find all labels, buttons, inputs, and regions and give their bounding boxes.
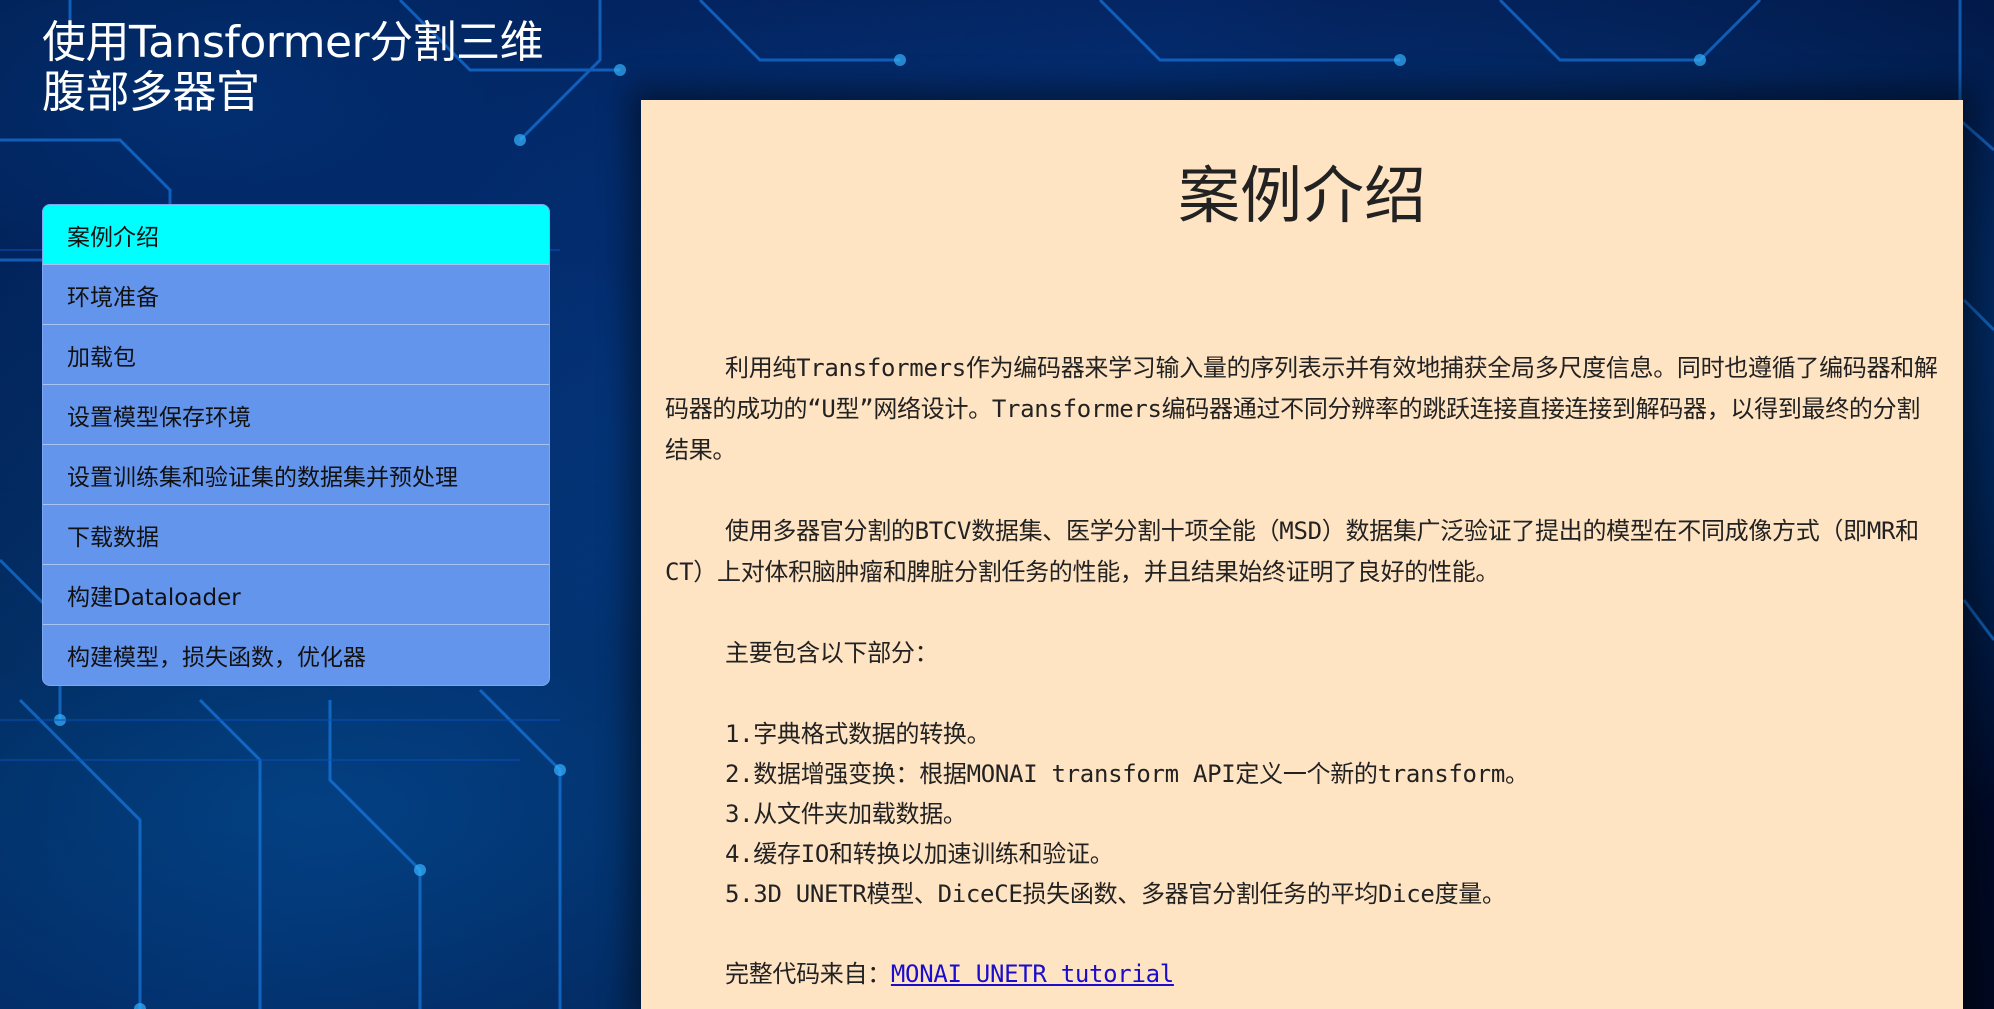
feature-list: 1.字典格式数据的转换。 2.数据增强变换：根据MONAI transform … xyxy=(665,714,1939,914)
content-panel: 案例介绍 利用纯Transformers作为编码器来学习输入量的序列表示并有效地… xyxy=(641,100,1963,1009)
page-title: 使用Tansformer分割三维腹部多器官 xyxy=(42,17,544,118)
sidebar-item-dataloader[interactable]: 构建Dataloader xyxy=(43,565,549,625)
tutorial-link[interactable]: MONAI UNETR tutorial xyxy=(891,960,1174,988)
sidebar-item-dataset-preprocess[interactable]: 设置训练集和验证集的数据集并预处理 xyxy=(43,445,549,505)
sidebar-item-model-save-env[interactable]: 设置模型保存环境 xyxy=(43,385,549,445)
sidebar-item-environment-prep[interactable]: 环境准备 xyxy=(43,265,549,325)
list-item: 2.数据增强变换：根据MONAI transform API定义一个新的tran… xyxy=(725,760,1529,788)
sidebar-item-model-loss-optimizer[interactable]: 构建模型，损失函数，优化器 xyxy=(43,625,549,685)
sidebar-item-case-intro[interactable]: 案例介绍 xyxy=(43,205,549,265)
sidebar-item-load-packages[interactable]: 加载包 xyxy=(43,325,549,385)
list-item: 3.从文件夹加载数据。 xyxy=(725,800,967,828)
source-line: 完整代码来自：MONAI UNETR tutorial xyxy=(665,954,1939,994)
contents-heading-paragraph: 主要包含以下部分： xyxy=(725,639,939,667)
section-heading: 案例介绍 xyxy=(1177,159,1426,232)
sidebar-item-download-data[interactable]: 下载数据 xyxy=(43,505,549,565)
list-item: 4.缓存IO和转换以加速训练和验证。 xyxy=(725,840,1114,868)
source-prefix: 完整代码来自： xyxy=(725,960,891,988)
list-item: 1.字典格式数据的转换。 xyxy=(725,720,991,748)
sidebar-nav: 案例介绍 环境准备 加载包 设置模型保存环境 设置训练集和验证集的数据集并预处理… xyxy=(42,204,550,686)
validation-paragraph: 使用多器官分割的BTCV数据集、医学分割十项全能（MSD）数据集广泛验证了提出的… xyxy=(665,517,1919,586)
list-item: 5.3D UNETR模型、DiceCE损失函数、多器官分割任务的平均Dice度量… xyxy=(725,880,1506,908)
intro-paragraph: 利用纯Transformers作为编码器来学习输入量的序列表示并有效地捕获全局多… xyxy=(665,354,1938,464)
